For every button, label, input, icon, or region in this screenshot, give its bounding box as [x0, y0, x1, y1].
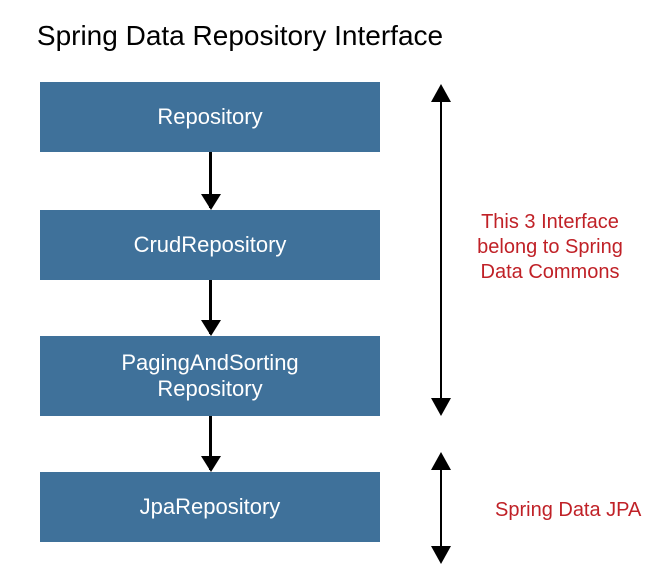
arrow-down-icon [209, 416, 212, 470]
annotation-line: belong to Spring [470, 235, 630, 260]
block-label-line2: Repository [157, 376, 262, 402]
annotation-line: This 3 Interface [470, 210, 630, 235]
block-jpa-repository: JpaRepository [40, 472, 380, 542]
block-label-line1: PagingAndSorting [121, 350, 298, 376]
range-arrow-jpa-icon [440, 454, 442, 562]
block-repository: Repository [40, 82, 380, 152]
annotation-spring-data-commons: This 3 Interface belong to Spring Data C… [470, 210, 630, 285]
diagram-title: Spring Data Repository Interface [0, 20, 480, 52]
annotation-line: Data Commons [470, 260, 630, 285]
block-label: JpaRepository [140, 494, 281, 520]
block-label: CrudRepository [134, 232, 287, 258]
block-crud-repository: CrudRepository [40, 210, 380, 280]
arrow-down-icon [209, 280, 212, 334]
arrow-down-icon [209, 152, 212, 208]
annotation-spring-data-jpa: Spring Data JPA [495, 498, 645, 523]
block-label: Repository [157, 104, 262, 130]
block-paging-sorting-repository: PagingAndSorting Repository [40, 336, 380, 416]
range-arrow-commons-icon [440, 86, 442, 414]
